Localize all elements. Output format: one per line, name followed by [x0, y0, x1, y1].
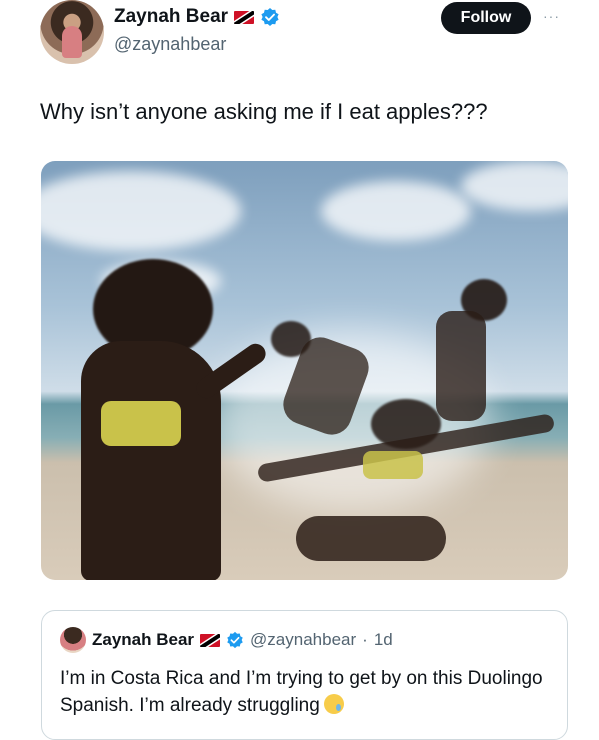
- bikini-top: [101, 401, 181, 446]
- crying-face-emoji-icon: [323, 694, 344, 714]
- avatar-figure: [62, 26, 82, 58]
- more-options-icon[interactable]: ···: [543, 8, 560, 24]
- quoted-author-row: Zaynah Bear @zaynahbear · 1d: [60, 627, 393, 653]
- quoted-text-content: I’m in Costa Rica and I’m trying to get …: [60, 668, 543, 716]
- trinidad-flag-icon: [234, 10, 255, 24]
- tweet-text: Why isn’t anyone asking me if I eat appl…: [40, 99, 488, 124]
- author-name[interactable]: Zaynah Bear: [114, 6, 228, 28]
- follow-button[interactable]: Follow: [441, 2, 531, 34]
- quoted-separator: ·: [362, 630, 368, 649]
- quoted-avatar[interactable]: [60, 627, 86, 653]
- verified-badge-icon: [260, 7, 280, 27]
- cloud-shape: [321, 181, 471, 241]
- quoted-timestamp[interactable]: 1d: [374, 630, 393, 650]
- verified-badge-icon: [226, 631, 244, 649]
- tweet-photo[interactable]: [41, 161, 568, 580]
- cloud-shape: [41, 171, 241, 251]
- author-name-row: Zaynah Bear: [114, 6, 280, 28]
- cloud-shape: [461, 161, 568, 211]
- quoted-author-name[interactable]: Zaynah Bear: [92, 630, 194, 650]
- person-figure: [81, 341, 221, 580]
- trinidad-flag-icon: [200, 633, 221, 647]
- author-avatar[interactable]: [40, 0, 104, 64]
- quoted-tweet-text: I’m in Costa Rica and I’m trying to get …: [60, 665, 560, 719]
- person-figure: [436, 311, 486, 421]
- bikini-top: [363, 451, 423, 479]
- person-figure: [296, 516, 446, 561]
- quoted-handle[interactable]: @zaynahbear: [250, 630, 356, 650]
- author-handle[interactable]: @zaynahbear: [114, 34, 226, 55]
- quoted-tweet-card[interactable]: Zaynah Bear @zaynahbear · 1d I’m in Cost…: [41, 610, 568, 740]
